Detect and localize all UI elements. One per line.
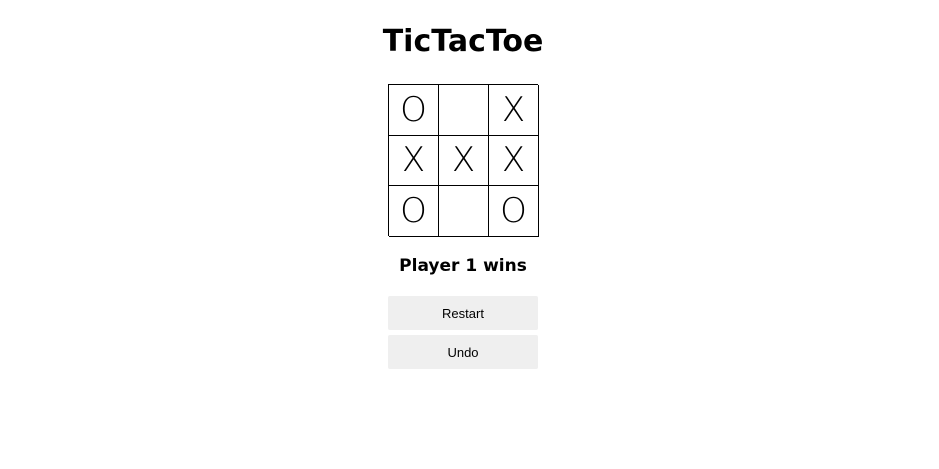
game-status: Player 1 wins — [399, 256, 527, 276]
board-cell[interactable]: X — [439, 135, 489, 187]
undo-button[interactable]: Undo — [388, 335, 538, 369]
board-cell[interactable]: O — [489, 186, 539, 237]
restart-button[interactable]: Restart — [388, 296, 538, 330]
board-cell[interactable]: X — [489, 85, 539, 136]
game-board: O X X X X O O — [388, 84, 539, 237]
board-cell[interactable]: X — [489, 135, 539, 187]
board-cell[interactable] — [439, 85, 489, 136]
board-cell[interactable] — [439, 186, 489, 237]
board-cell[interactable]: X — [389, 135, 439, 187]
board-cell[interactable]: O — [389, 186, 439, 237]
board-cell[interactable]: O — [389, 85, 439, 136]
page-title: TicTacToe — [382, 24, 544, 59]
